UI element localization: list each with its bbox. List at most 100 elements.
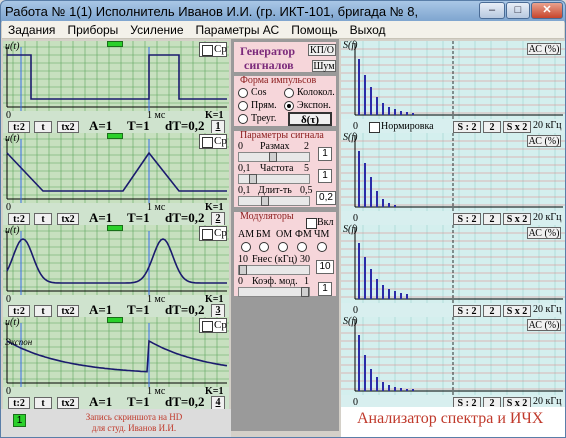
cp-checkbox[interactable]: Cp bbox=[199, 42, 227, 57]
time-div-button[interactable]: t:2 bbox=[8, 397, 30, 409]
menu-help[interactable]: Помощь bbox=[285, 21, 343, 39]
kmod-min: 0 bbox=[238, 276, 243, 287]
swing-value[interactable]: 1 bbox=[318, 147, 332, 161]
scope-panel: u(t) Cp 0 1 мс K=1 t:2 t tx2 A=1 T=1 dT=0,2 1 bbox=[3, 41, 229, 135]
minimize-button[interactable]: – bbox=[479, 2, 505, 19]
delta-button[interactable]: δ(τ) bbox=[288, 112, 332, 126]
time-mul-button[interactable]: tx2 bbox=[57, 121, 79, 133]
spectrum-div-button[interactable]: S : 2 bbox=[453, 213, 481, 225]
time-mul-button[interactable]: tx2 bbox=[57, 397, 79, 409]
kmod-thumb[interactable] bbox=[301, 287, 309, 297]
time-div-button[interactable]: t:2 bbox=[8, 121, 30, 133]
kmod-slider[interactable] bbox=[238, 287, 310, 297]
menu-devices[interactable]: Приборы bbox=[61, 21, 124, 39]
spectrum-div-button[interactable]: S : 2 bbox=[453, 121, 481, 133]
spectrum-mul-button[interactable]: S x 2 bbox=[503, 305, 531, 317]
noise-button[interactable]: Шум bbox=[312, 60, 336, 72]
ac-button[interactable]: АС (%) bbox=[527, 135, 561, 147]
scope-number-button[interactable]: 2 bbox=[211, 212, 225, 226]
ac-button[interactable]: АС (%) bbox=[527, 43, 561, 55]
close-button[interactable]: ✕ bbox=[531, 2, 563, 19]
scope-graph bbox=[3, 41, 229, 111]
spectrum-panel: S(f) АС (%) 0 S : 22S x 2 20 кГц bbox=[341, 224, 565, 319]
scope-x0: 0 bbox=[6, 386, 11, 397]
cp-checkbox[interactable]: Cp bbox=[199, 318, 227, 333]
time-button[interactable]: t bbox=[34, 305, 52, 317]
time-button[interactable]: t bbox=[34, 397, 52, 409]
form-bell-radio[interactable] bbox=[284, 88, 294, 98]
generator-header: Генератор сигналов КП/О Шум bbox=[233, 41, 337, 73]
scope-number-button[interactable]: 1 bbox=[211, 120, 225, 134]
form-cos-radio[interactable] bbox=[238, 88, 248, 98]
scope-plot: u(t) Cp bbox=[3, 41, 229, 111]
menu-tasks[interactable]: Задания bbox=[2, 21, 61, 39]
spectrum-scale-button[interactable]: 2 bbox=[483, 213, 501, 225]
spectrum-mul-button[interactable]: S x 2 bbox=[503, 213, 531, 225]
time-button[interactable]: t bbox=[34, 213, 52, 225]
kpo-button[interactable]: КП/О bbox=[308, 44, 336, 56]
dur-thumb[interactable] bbox=[261, 196, 269, 206]
menu-ac-params[interactable]: Параметры АС bbox=[190, 21, 286, 39]
time-div-button[interactable]: t:2 bbox=[8, 305, 30, 317]
dur-max: 0,5 bbox=[300, 185, 313, 196]
spectrum-ylabel: S(f) bbox=[343, 316, 358, 327]
dur-slider[interactable] bbox=[238, 196, 310, 206]
scope-panel: u(t) Cp 0 1 мс K=1 t:2 t tx2 A=1 T=1 dT=0,2 3 bbox=[3, 225, 229, 319]
kmod-value[interactable]: 1 bbox=[318, 282, 332, 296]
menu-exit[interactable]: Выход bbox=[344, 21, 392, 39]
time-mul-button[interactable]: tx2 bbox=[57, 213, 79, 225]
scope-x0: 0 bbox=[6, 202, 11, 213]
form-exp-radio[interactable] bbox=[284, 101, 294, 111]
ac-button[interactable]: АС (%) bbox=[527, 227, 561, 239]
mod-chm-radio[interactable] bbox=[317, 242, 327, 252]
freq-value[interactable]: 1 bbox=[318, 169, 332, 183]
signal-trace bbox=[6, 339, 228, 373]
dur-min: 0,1 bbox=[238, 185, 251, 196]
signal-trace bbox=[6, 151, 227, 192]
form-rect-radio[interactable] bbox=[238, 101, 248, 111]
form-tri-radio[interactable] bbox=[238, 114, 248, 124]
fnes-value[interactable]: 10 bbox=[316, 260, 334, 274]
scope-panel: u(t) Экспон Cp 0 1 мс K=1 t:2 t tx2 A=1 T=1 dT=0,2 4 bbox=[3, 317, 229, 411]
swing-thumb[interactable] bbox=[269, 152, 277, 162]
fnes-slider[interactable] bbox=[238, 265, 310, 275]
maximize-button[interactable]: □ bbox=[506, 2, 530, 19]
scope-number-button[interactable]: 4 bbox=[211, 396, 225, 410]
spectrum-mul-button[interactable]: S x 2 bbox=[503, 121, 531, 133]
swing-slider[interactable] bbox=[238, 152, 310, 162]
fnes-thumb[interactable] bbox=[239, 265, 247, 275]
mod-bm-label: БМ bbox=[256, 229, 271, 240]
cp-checkbox[interactable]: Cp bbox=[199, 226, 227, 241]
ac-button[interactable]: АС (%) bbox=[527, 319, 561, 331]
footer-note1: Запись скриншота на HD bbox=[85, 412, 183, 422]
period-value: T=1 bbox=[127, 118, 150, 133]
scope-number-button[interactable]: 3 bbox=[211, 304, 225, 318]
time-mul-button[interactable]: tx2 bbox=[57, 305, 79, 317]
mod-fm-radio[interactable] bbox=[297, 242, 307, 252]
mod-bm-radio[interactable] bbox=[259, 242, 269, 252]
fnes-label: Fнес (кГц) bbox=[252, 254, 298, 265]
generator-title: Генератор bbox=[240, 44, 296, 58]
time-div-button[interactable]: t:2 bbox=[8, 213, 30, 225]
dur-value[interactable]: 0,2 bbox=[316, 191, 336, 205]
signal-params-title: Параметры сигнала bbox=[240, 130, 324, 141]
spectrum-scale-button[interactable]: 2 bbox=[483, 121, 501, 133]
scope-indicator bbox=[107, 317, 123, 323]
freq-slider[interactable] bbox=[238, 174, 310, 184]
footer-right: Анализатор спектра и ИЧХ bbox=[341, 407, 565, 437]
cp-checkbox[interactable]: Cp bbox=[199, 134, 227, 149]
freq-thumb[interactable] bbox=[249, 174, 257, 184]
scope-ylabel: u(t) bbox=[5, 133, 20, 144]
pulse-form-title: Форма импульсов bbox=[240, 75, 317, 86]
duration-value: dT=0,2 bbox=[165, 302, 205, 317]
mod-am-radio[interactable] bbox=[241, 242, 251, 252]
spectrum-scale-button[interactable]: 2 bbox=[483, 305, 501, 317]
time-button[interactable]: t bbox=[34, 121, 52, 133]
spectrum-div-button[interactable]: S : 2 bbox=[453, 305, 481, 317]
mod-om-radio[interactable] bbox=[278, 242, 288, 252]
menu-gain[interactable]: Усиление bbox=[124, 21, 189, 39]
scope-controls: 01 мс K=1 t:2 t tx2 A=1 T=1 dT=0,2 4 bbox=[3, 386, 229, 411]
mod-am-label: АМ bbox=[238, 229, 255, 240]
spectrum-panel: S(f) АС (%) 0 S : 22S x 2 20 кГц bbox=[341, 316, 565, 411]
modulators-title: Модуляторы bbox=[240, 211, 294, 222]
